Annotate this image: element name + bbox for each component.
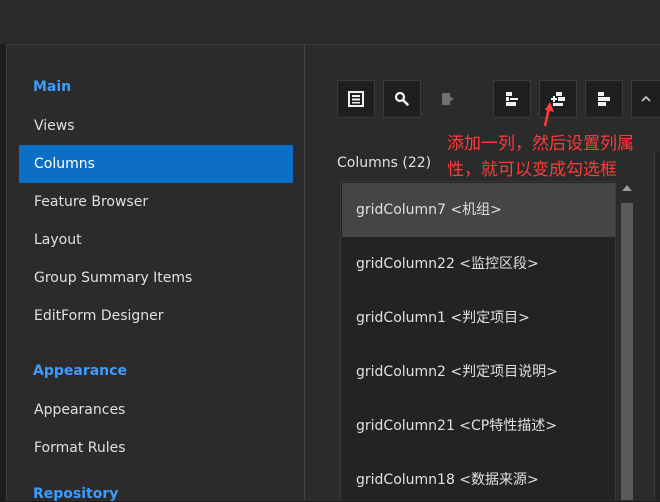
column-list-icon bbox=[348, 91, 364, 107]
columns-list[interactable]: gridColumn7 <机组> gridColumn22 <监控区段> gri… bbox=[340, 181, 616, 500]
scrollbar-thumb[interactable] bbox=[621, 203, 633, 500]
search-button[interactable] bbox=[383, 80, 421, 118]
column-item-gridcolumn1[interactable]: gridColumn1 <判定项目> bbox=[342, 291, 615, 345]
scroll-up-arrow-icon[interactable] bbox=[622, 185, 632, 191]
annotation-text: 添加一列，然后设置列属性，就可以变成勾选框 bbox=[447, 134, 634, 180]
column-item-gridcolumn7[interactable]: gridColumn7 <机组> bbox=[342, 183, 615, 237]
main-panel: Columns (22) gridColumn7 <机组> gridColumn… bbox=[305, 45, 660, 500]
window-top-bar bbox=[0, 0, 660, 44]
remove-column-button[interactable] bbox=[585, 80, 623, 118]
sidebar-item-feature-browser[interactable]: Feature Browser bbox=[19, 183, 293, 221]
sidebar-item-editform-designer[interactable]: EditForm Designer bbox=[19, 297, 293, 335]
properties-panel-edge bbox=[654, 152, 660, 500]
column-list-button[interactable] bbox=[337, 80, 375, 118]
search-icon bbox=[394, 91, 409, 106]
column-item-gridcolumn18[interactable]: gridColumn18 <数据来源> bbox=[342, 453, 615, 500]
columns-scrollbar[interactable] bbox=[618, 181, 636, 500]
annotation-arrow-icon bbox=[543, 102, 554, 127]
chevron-up-icon bbox=[641, 95, 651, 102]
sidebar-item-group-summary-items[interactable]: Group Summary Items bbox=[19, 259, 293, 297]
columns-header: Columns (22) bbox=[337, 155, 432, 171]
sidebar-item-columns[interactable]: Columns bbox=[19, 145, 293, 183]
column-item-gridcolumn2[interactable]: gridColumn2 <判定项目说明> bbox=[342, 345, 615, 399]
remove-column-icon bbox=[598, 92, 610, 106]
sidebar-item-appearances[interactable]: Appearances bbox=[19, 391, 293, 429]
sidebar-item-views[interactable]: Views bbox=[19, 107, 293, 145]
column-item-gridcolumn21[interactable]: gridColumn21 <CP特性描述> bbox=[342, 399, 615, 453]
section-title-main: Main bbox=[33, 79, 72, 95]
more-button[interactable] bbox=[631, 80, 660, 118]
export-icon bbox=[442, 93, 454, 105]
column-item-gridcolumn22[interactable]: gridColumn22 <监控区段> bbox=[342, 237, 615, 291]
section-title-appearance: Appearance bbox=[33, 363, 127, 379]
add-column-icon bbox=[506, 92, 518, 106]
sidebar: Main Views Columns Feature Browser Layou… bbox=[7, 45, 305, 502]
sidebar-item-layout[interactable]: Layout bbox=[19, 221, 293, 259]
sidebar-item-format-rules[interactable]: Format Rules bbox=[19, 429, 293, 467]
add-column-button[interactable] bbox=[493, 80, 531, 118]
export-button[interactable] bbox=[429, 80, 467, 118]
